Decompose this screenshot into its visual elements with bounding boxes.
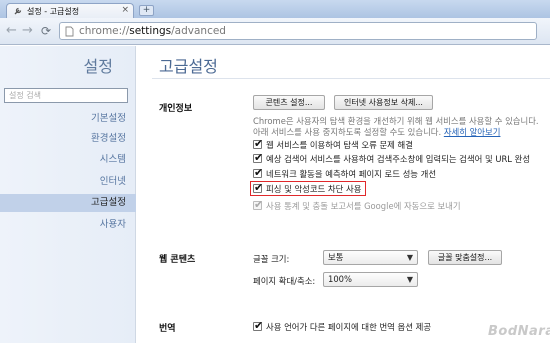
checkmark-icon: ✔ bbox=[254, 319, 264, 332]
tab-settings[interactable]: 설정 - 고급설정 × bbox=[6, 3, 134, 18]
reload-icon[interactable]: ⟳ bbox=[41, 24, 51, 38]
translate-section-label: 번역 bbox=[159, 324, 176, 334]
search-input[interactable] bbox=[4, 88, 128, 103]
sidebar-item-system[interactable]: 시스템 bbox=[0, 151, 136, 169]
back-icon[interactable]: ← bbox=[6, 24, 17, 38]
close-icon[interactable]: × bbox=[121, 5, 129, 15]
sidebar-item-users[interactable]: 사용자 bbox=[0, 216, 136, 234]
page-zoom-select[interactable]: 100% ▼ bbox=[323, 272, 418, 287]
address-bar[interactable]: chrome://settings/advanced bbox=[59, 22, 537, 40]
sidebar-item-advanced[interactable]: 고급설정 bbox=[0, 194, 136, 212]
privacy-description: Chrome은 사용자의 탐색 환경을 개선하기 위해 웹 서비스를 사용할 수… bbox=[253, 116, 539, 137]
checkmark-icon: ✔ bbox=[254, 137, 264, 150]
sidebar: 설정 기본설정 환경설정 시스템 인터넷 고급설정 사용자 bbox=[0, 46, 136, 343]
checkmark-icon: ✔ bbox=[254, 198, 264, 211]
clear-browsing-data-button[interactable]: 인터넷 사용정보 삭제... bbox=[334, 95, 433, 110]
sidebar-item-basics[interactable]: 기본설정 bbox=[0, 110, 136, 128]
privacy-section-label: 개인정보 bbox=[159, 104, 193, 114]
page-title: 고급설정 bbox=[159, 57, 218, 76]
divider bbox=[152, 78, 550, 79]
font-size-label: 글꼴 크기: bbox=[253, 254, 290, 264]
web-content-section-label: 웹 콘텐츠 bbox=[159, 255, 196, 265]
font-size-select[interactable]: 보통 ▼ bbox=[323, 250, 418, 265]
customize-fonts-button[interactable]: 글꼴 맞춤설정... bbox=[428, 250, 502, 265]
browser-toolbar: ← → ⟳ chrome://settings/advanced bbox=[0, 18, 550, 45]
dropdown-arrow-icon: ▼ bbox=[406, 275, 413, 284]
checkmark-icon: ✔ bbox=[254, 151, 264, 164]
dropdown-arrow-icon: ▼ bbox=[406, 253, 413, 262]
page-zoom-label: 페이지 확대/축소: bbox=[253, 276, 316, 286]
sidebar-item-preferences[interactable]: 환경설정 bbox=[0, 130, 136, 148]
page-icon bbox=[65, 26, 74, 37]
watermark: BodNara bbox=[488, 324, 550, 339]
sidebar-title: 설정 bbox=[83, 57, 113, 76]
url-text: chrome://settings/advanced bbox=[79, 25, 226, 37]
title-bar: 설정 - 고급설정 × + bbox=[0, 0, 550, 18]
forward-icon[interactable]: → bbox=[22, 24, 33, 38]
highlight-box bbox=[250, 181, 366, 196]
tab-title: 설정 - 고급설정 bbox=[27, 7, 80, 16]
sidebar-item-internet[interactable]: 인터넷 bbox=[0, 173, 136, 191]
new-tab-button[interactable]: + bbox=[139, 5, 154, 16]
wrench-icon bbox=[14, 7, 22, 15]
settings-content: 고급설정 개인정보 콘텐츠 설정... 인터넷 사용정보 삭제... Chrom… bbox=[137, 46, 550, 343]
content-settings-button[interactable]: 콘텐츠 설정... bbox=[253, 95, 325, 110]
learn-more-link[interactable]: 자세히 알아보기 bbox=[444, 127, 501, 137]
checkmark-icon: ✔ bbox=[254, 166, 264, 179]
